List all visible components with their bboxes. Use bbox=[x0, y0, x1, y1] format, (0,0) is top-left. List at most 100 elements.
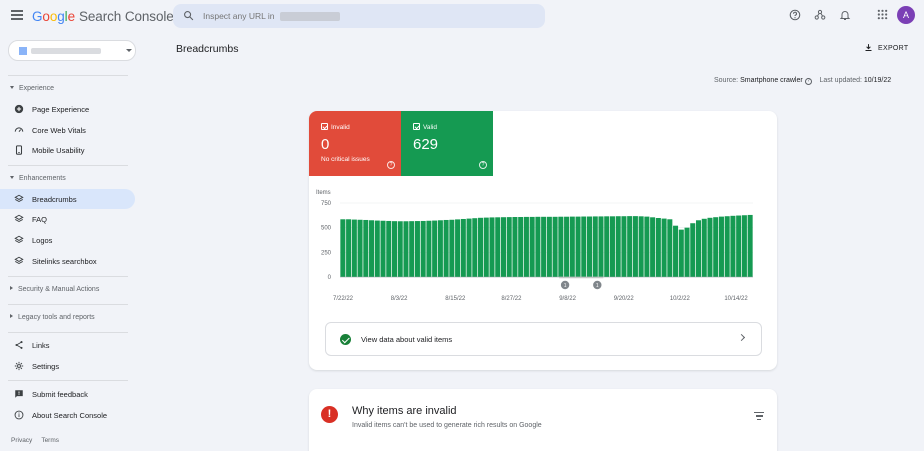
sidebar-item-label: Page Experience bbox=[32, 105, 90, 114]
bar bbox=[386, 220, 392, 277]
sidebar-item-links[interactable]: Links bbox=[0, 335, 135, 355]
search-icon bbox=[184, 11, 194, 21]
sidebar-item-about[interactable]: About Search Console bbox=[0, 405, 135, 425]
x-tick-label: 9/20/22 bbox=[614, 296, 635, 302]
sidebar-item-faq[interactable]: FAQ bbox=[0, 209, 135, 229]
sidebar-item-label: About Search Console bbox=[32, 411, 108, 420]
y-tick-label: 500 bbox=[321, 226, 332, 232]
invalid-reasons-description: Invalid items can't be used to generate … bbox=[352, 422, 542, 429]
export-button[interactable]: EXPORT bbox=[864, 43, 908, 52]
property-favicon bbox=[19, 47, 27, 55]
section-security-manual-actions[interactable]: Security & Manual Actions bbox=[10, 286, 99, 293]
search-input[interactable] bbox=[203, 8, 523, 24]
section-legacy-tools[interactable]: Legacy tools and reports bbox=[10, 314, 95, 321]
bell-icon[interactable] bbox=[839, 9, 851, 21]
divider bbox=[8, 380, 128, 381]
bar bbox=[673, 225, 679, 277]
bar bbox=[724, 216, 730, 277]
app-logo[interactable]: Google Search Console bbox=[32, 9, 174, 24]
top-app-bar: GoogleSearch Console A bbox=[0, 0, 924, 34]
bar bbox=[575, 216, 581, 277]
bar bbox=[736, 215, 742, 277]
bar bbox=[615, 216, 621, 277]
logo-letter: e bbox=[67, 9, 76, 24]
url-inspect-search[interactable] bbox=[173, 4, 545, 28]
bar bbox=[346, 219, 352, 277]
check-circle-icon bbox=[340, 334, 351, 345]
sidebar-item-label: Core Web Vitals bbox=[32, 126, 86, 135]
sidebar-item-logos[interactable]: Logos bbox=[0, 230, 135, 250]
menu-icon[interactable] bbox=[11, 10, 23, 20]
y-tick-label: 250 bbox=[321, 250, 332, 256]
layers-icon bbox=[14, 214, 24, 223]
property-selector[interactable] bbox=[8, 40, 136, 61]
sidebar-item-core-web-vitals[interactable]: Core Web Vitals bbox=[0, 120, 135, 140]
bar bbox=[449, 219, 455, 277]
page-title: Breadcrumbs bbox=[176, 43, 239, 55]
bar bbox=[655, 217, 661, 277]
filter-icon[interactable] bbox=[754, 412, 764, 422]
error-icon: ! bbox=[321, 406, 338, 423]
section-experience[interactable]: Experience bbox=[10, 85, 54, 92]
bar bbox=[638, 216, 644, 277]
export-label: EXPORT bbox=[878, 45, 909, 52]
bar bbox=[483, 217, 489, 277]
bar bbox=[403, 221, 409, 277]
x-tick-label: 10/14/22 bbox=[724, 296, 748, 302]
bar bbox=[506, 217, 512, 277]
apps-grid-icon[interactable] bbox=[877, 9, 888, 20]
y-tick-label: 750 bbox=[321, 201, 332, 207]
bar bbox=[380, 220, 386, 277]
sidebar-item-mobile-usability[interactable]: Mobile Usability bbox=[0, 140, 135, 160]
plus-circle-icon bbox=[14, 104, 24, 114]
sidebar-item-page-experience[interactable]: Page Experience bbox=[0, 99, 135, 119]
terms-link[interactable]: Terms bbox=[41, 437, 59, 444]
x-tick-label: 7/22/22 bbox=[333, 296, 354, 302]
bar bbox=[518, 217, 524, 277]
gauge-icon bbox=[14, 127, 24, 132]
source-label: Source: bbox=[714, 77, 739, 84]
view-valid-items-row[interactable]: View data about valid items bbox=[325, 322, 762, 356]
collapse-icon bbox=[10, 176, 14, 179]
chevron-right-icon bbox=[737, 333, 746, 342]
source-value: Smartphone crawler bbox=[740, 77, 803, 84]
bar bbox=[363, 219, 369, 277]
divider bbox=[8, 332, 128, 333]
phone-icon bbox=[15, 145, 23, 155]
bar bbox=[707, 217, 713, 277]
section-enhancements[interactable]: Enhancements bbox=[10, 175, 66, 182]
privacy-link[interactable]: Privacy bbox=[11, 437, 32, 444]
sidebar-item-label: Settings bbox=[32, 362, 60, 371]
divider bbox=[8, 276, 128, 277]
redacted-property-url bbox=[280, 12, 340, 21]
bar bbox=[391, 221, 398, 277]
bar bbox=[432, 220, 438, 277]
y-tick-label: 0 bbox=[328, 275, 332, 281]
chevron-down-icon bbox=[126, 49, 132, 52]
bar bbox=[684, 227, 690, 277]
bar bbox=[500, 217, 506, 277]
bar bbox=[695, 220, 702, 277]
sidebar-item-breadcrumbs[interactable]: Breadcrumbs bbox=[0, 189, 135, 209]
feedback-icon bbox=[15, 390, 23, 398]
bar bbox=[718, 216, 724, 277]
divider bbox=[8, 165, 128, 166]
bar bbox=[357, 219, 363, 277]
redacted-property-name bbox=[31, 48, 101, 54]
help-icon[interactable]: ? bbox=[804, 78, 812, 85]
sidebar-item-sitelinks-searchbox[interactable]: Sitelinks searchbox bbox=[0, 251, 135, 271]
bar bbox=[437, 220, 443, 277]
bar bbox=[369, 220, 375, 277]
sidebar-item-submit-feedback[interactable]: Submit feedback bbox=[0, 384, 135, 404]
avatar[interactable]: A bbox=[897, 6, 915, 24]
bar bbox=[340, 219, 346, 277]
bar bbox=[604, 216, 610, 277]
sidebar-item-settings[interactable]: Settings bbox=[0, 356, 135, 376]
bar bbox=[627, 216, 633, 277]
x-tick-label: 10/2/22 bbox=[670, 296, 691, 302]
users-settings-icon[interactable] bbox=[814, 9, 826, 21]
logo-letter: o bbox=[42, 9, 50, 24]
updated-label: Last updated: bbox=[819, 77, 862, 84]
bar bbox=[351, 219, 357, 277]
help-icon[interactable] bbox=[789, 9, 801, 21]
